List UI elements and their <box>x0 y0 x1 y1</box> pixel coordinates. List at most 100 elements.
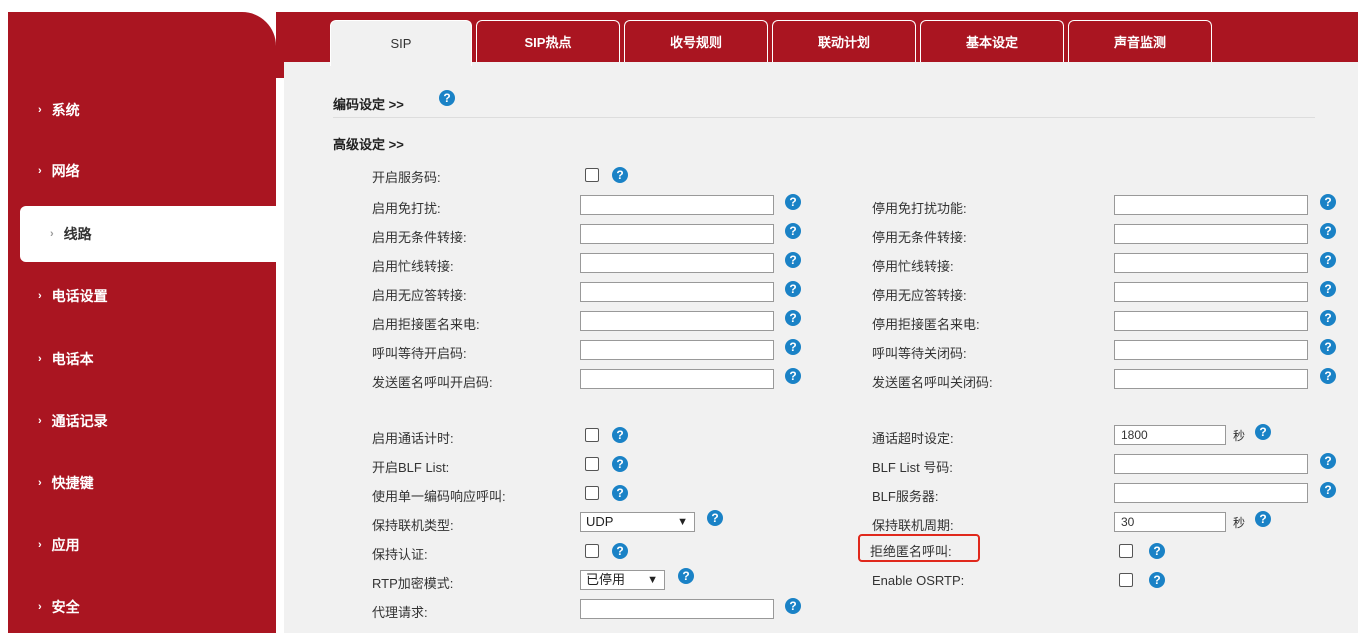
help-icon[interactable]: ? <box>1255 424 1271 440</box>
help-icon[interactable]: ? <box>785 194 801 210</box>
help-icon[interactable]: ? <box>785 339 801 355</box>
help-icon[interactable]: ? <box>612 543 628 559</box>
chevron-right-icon: › <box>38 601 42 613</box>
chevron-right-icon: › <box>50 228 54 240</box>
dnd-on-label: 启用免打扰: <box>372 201 441 216</box>
help-icon[interactable]: ? <box>1320 310 1336 326</box>
sidebar-item-shortcut[interactable]: › 快捷键 <box>0 455 268 511</box>
cfu-on-input[interactable] <box>580 224 774 244</box>
help-icon[interactable]: ? <box>1320 281 1336 297</box>
anon-send-off-input[interactable] <box>1114 369 1308 389</box>
blf-list-checkbox[interactable] <box>585 457 599 471</box>
sidebar-item-phonebook[interactable]: › 电话本 <box>0 331 268 387</box>
call-timer-checkbox[interactable] <box>585 428 599 442</box>
help-icon[interactable]: ? <box>678 568 694 584</box>
chevron-down-icon: ▼ <box>647 574 658 586</box>
sidebar-item-system[interactable]: › 系统 <box>0 82 268 138</box>
help-icon[interactable]: ? <box>1320 223 1336 239</box>
section-codec[interactable]: 编码设定 >> <box>333 94 404 113</box>
sidebar-item-phone-settings[interactable]: › 电话设置 <box>0 268 268 324</box>
sidebar-item-line[interactable]: › 线路 <box>20 206 276 262</box>
service-code-checkbox[interactable] <box>585 168 599 182</box>
chevron-right-icon: › <box>38 539 42 551</box>
help-icon[interactable]: ? <box>785 223 801 239</box>
dnd-off-label: 停用免打扰功能: <box>872 201 967 216</box>
sidebar-item-security[interactable]: › 安全 <box>0 579 268 635</box>
dnd-off-input[interactable] <box>1114 195 1308 215</box>
cw-on-input[interactable] <box>580 340 774 360</box>
chevron-right-icon: › <box>38 290 42 302</box>
help-icon[interactable]: ? <box>1149 572 1165 588</box>
help-icon[interactable]: ? <box>1320 368 1336 384</box>
help-icon[interactable]: ? <box>785 368 801 384</box>
sidebar-item-label: 网络 <box>51 163 80 179</box>
anon-send-off-label: 发送匿名呼叫关闭码: <box>872 375 993 390</box>
help-icon[interactable]: ? <box>785 310 801 326</box>
chevron-right-icon: › <box>38 415 42 427</box>
cfna-off-input[interactable] <box>1114 282 1308 302</box>
call-timeout-input[interactable]: 1800 <box>1114 425 1226 445</box>
tab-dial-rules[interactable]: 收号规则 <box>624 20 768 62</box>
anon-reject-off-input[interactable] <box>1114 311 1308 331</box>
reject-anon-call-checkbox[interactable] <box>1119 544 1133 558</box>
sidebar-item-label: 快捷键 <box>51 475 94 491</box>
cw-on-label: 呼叫等待开启码: <box>372 346 467 361</box>
cw-off-input[interactable] <box>1114 340 1308 360</box>
anon-reject-on-input[interactable] <box>580 311 774 331</box>
cw-off-label: 呼叫等待关闭码: <box>872 346 967 361</box>
help-icon[interactable]: ? <box>612 167 628 183</box>
help-icon[interactable]: ? <box>612 456 628 472</box>
help-icon[interactable]: ? <box>785 281 801 297</box>
help-icon[interactable]: ? <box>1320 453 1336 469</box>
enable-osrtp-checkbox[interactable] <box>1119 573 1133 587</box>
rtp-encrypt-select[interactable]: 已停用 ▼ <box>580 570 665 590</box>
blf-server-input[interactable] <box>1114 483 1308 503</box>
help-icon[interactable]: ? <box>785 598 801 614</box>
cfu-off-input[interactable] <box>1114 224 1308 244</box>
chevron-down-icon: ▼ <box>677 516 688 528</box>
sidebar-item-label: 电话设置 <box>51 288 108 304</box>
help-icon[interactable]: ? <box>1149 543 1165 559</box>
call-timeout-label: 通话超时设定: <box>872 431 954 446</box>
help-icon[interactable]: ? <box>785 252 801 268</box>
help-icon[interactable]: ? <box>707 510 723 526</box>
sidebar-item-label: 安全 <box>51 599 80 615</box>
keep-auth-checkbox[interactable] <box>585 544 599 558</box>
help-icon[interactable]: ? <box>1320 194 1336 210</box>
single-codec-checkbox[interactable] <box>585 486 599 500</box>
section-advanced[interactable]: 高级设定 >> <box>333 134 404 153</box>
help-icon[interactable]: ? <box>1320 252 1336 268</box>
chevron-right-icon: › <box>38 353 42 365</box>
help-icon[interactable]: ? <box>612 485 628 501</box>
tab-action-plan[interactable]: 联动计划 <box>772 20 916 62</box>
cfb-on-input[interactable] <box>580 253 774 273</box>
tab-sip-hotspot[interactable]: SIP热点 <box>476 20 620 62</box>
blf-list-number-input[interactable] <box>1114 454 1308 474</box>
seconds-unit: 秒 <box>1233 516 1246 530</box>
anon-reject-off-label: 停用拒接匿名来电: <box>872 317 980 332</box>
cfb-on-label: 启用忙线转接: <box>372 259 454 274</box>
chevron-right-icon: › <box>38 104 42 116</box>
anon-send-on-input[interactable] <box>580 369 774 389</box>
keepalive-period-input[interactable]: 30 <box>1114 512 1226 532</box>
sidebar-item-network[interactable]: › 网络 <box>0 143 268 199</box>
tab-sip[interactable]: SIP <box>330 20 472 66</box>
cfna-on-input[interactable] <box>580 282 774 302</box>
cfb-off-input[interactable] <box>1114 253 1308 273</box>
keepalive-type-select[interactable]: UDP ▼ <box>580 512 695 532</box>
chevron-right-icon: › <box>38 477 42 489</box>
tab-sound-monitor[interactable]: 声音监测 <box>1068 20 1212 62</box>
help-icon[interactable]: ? <box>439 90 455 106</box>
sidebar-item-apps[interactable]: › 应用 <box>0 517 268 573</box>
help-icon[interactable]: ? <box>1255 511 1271 527</box>
dnd-on-input[interactable] <box>580 195 774 215</box>
single-codec-label: 使用单一编码响应呼叫: <box>372 489 506 504</box>
help-icon[interactable]: ? <box>1320 482 1336 498</box>
service-code-label: 开启服务码: <box>372 170 441 185</box>
sidebar-item-label: 线路 <box>63 226 92 242</box>
help-icon[interactable]: ? <box>612 427 628 443</box>
sidebar-item-call-log[interactable]: › 通话记录 <box>0 393 268 449</box>
help-icon[interactable]: ? <box>1320 339 1336 355</box>
proxy-require-input[interactable] <box>580 599 774 619</box>
tab-basic-settings[interactable]: 基本设定 <box>920 20 1064 62</box>
